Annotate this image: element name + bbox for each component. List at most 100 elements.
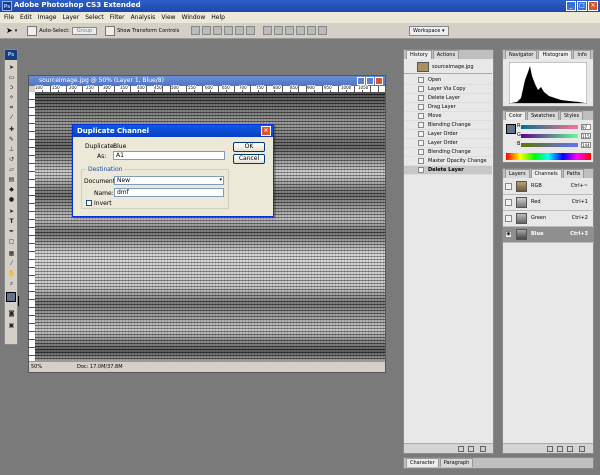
menu-filter[interactable]: Filter — [110, 14, 125, 21]
distribute-bottom-icon[interactable] — [285, 26, 295, 35]
align-right-icon[interactable] — [246, 26, 256, 35]
load-selection-icon[interactable] — [547, 446, 553, 452]
eraser-tool-icon[interactable]: ▱ — [7, 166, 16, 174]
eyedropper-tool-icon[interactable]: ⁄ — [7, 260, 16, 268]
move-tool-icon[interactable]: ➤ — [6, 26, 13, 35]
type-tool-icon[interactable]: T — [7, 218, 16, 226]
distribute-hcenter-icon[interactable] — [307, 26, 317, 35]
distribute-top-icon[interactable] — [263, 26, 273, 35]
menu-layer[interactable]: Layer — [62, 14, 79, 21]
doc-minimize-icon[interactable] — [357, 77, 365, 85]
doc-close-icon[interactable] — [375, 77, 383, 85]
magic-wand-tool-icon[interactable]: ✧ — [7, 94, 16, 102]
new-snapshot-icon[interactable] — [468, 446, 474, 452]
menu-help[interactable]: Help — [211, 14, 225, 21]
gradient-tool-icon[interactable]: ▤ — [7, 176, 16, 184]
align-bottom-icon[interactable] — [213, 26, 223, 35]
menu-file[interactable]: File — [4, 14, 14, 21]
workspace-button[interactable]: Workspace ▾ — [409, 26, 449, 36]
align-vcenter-icon[interactable] — [202, 26, 212, 35]
color-r-value[interactable]: 97 — [581, 124, 591, 130]
tab-navigator[interactable]: Navigator — [505, 50, 538, 59]
history-snapshot[interactable]: sourceimage.jpg — [404, 60, 492, 74]
crop-tool-icon[interactable]: ⌗ — [7, 104, 16, 112]
maximize-icon[interactable]: □ — [577, 1, 587, 11]
foreground-color-swatch[interactable] — [506, 124, 516, 134]
history-brush-tool-icon[interactable]: ↺ — [7, 156, 16, 164]
tool-preset-dropdown-icon[interactable]: ▾ — [15, 28, 18, 34]
history-item[interactable]: Master Opacity Change — [404, 157, 492, 166]
visibility-toggle[interactable] — [505, 199, 512, 206]
tab-actions[interactable]: Actions — [432, 50, 460, 59]
name-input[interactable]: dmf — [114, 188, 224, 197]
clone-stamp-tool-icon[interactable]: ⊥ — [7, 146, 16, 154]
history-item[interactable]: Move — [404, 112, 492, 121]
show-transform-checkbox[interactable] — [105, 25, 116, 36]
new-document-icon[interactable] — [458, 446, 464, 452]
history-item[interactable]: Blending Change — [404, 148, 492, 157]
hand-tool-icon[interactable]: ✋ — [7, 270, 16, 278]
zoom-level[interactable]: 50% — [31, 362, 42, 372]
as-name-input[interactable]: A1 — [113, 151, 225, 160]
menu-window[interactable]: Window — [182, 14, 206, 21]
blur-tool-icon[interactable]: ◆ — [7, 186, 16, 194]
history-item[interactable]: Layer Via Copy — [404, 85, 492, 94]
tab-color[interactable]: Color — [505, 111, 527, 120]
color-b-value[interactable]: 144 — [581, 142, 591, 148]
history-item[interactable]: Layer Order — [404, 130, 492, 139]
ok-button[interactable]: OK — [233, 142, 265, 152]
visibility-toggle[interactable] — [505, 183, 512, 190]
foreground-color-swatch[interactable] — [6, 292, 16, 302]
distribute-right-icon[interactable] — [318, 26, 328, 35]
tab-histogram[interactable]: Histogram — [538, 50, 573, 59]
menu-analysis[interactable]: Analysis — [131, 14, 156, 21]
color-g-slider[interactable] — [521, 134, 578, 138]
menu-select[interactable]: Select — [85, 14, 104, 21]
tab-styles[interactable]: Styles — [559, 111, 584, 120]
history-item[interactable]: Delete Layer — [404, 94, 492, 103]
save-selection-icon[interactable] — [557, 446, 563, 452]
distribute-vcenter-icon[interactable] — [274, 26, 284, 35]
color-b-slider[interactable] — [521, 143, 578, 147]
history-item[interactable]: Delete Layer — [404, 166, 492, 175]
color-r-slider[interactable] — [521, 125, 578, 129]
tab-channels[interactable]: Channels — [530, 169, 562, 178]
channel-row-blue[interactable]: ◉ Blue Ctrl+3 — [503, 227, 594, 243]
menu-edit[interactable]: Edit — [20, 14, 32, 21]
path-selection-tool-icon[interactable]: ➤ — [7, 208, 16, 216]
healing-brush-tool-icon[interactable]: ✚ — [7, 126, 16, 134]
document-select[interactable]: New ▾ — [114, 176, 224, 185]
tab-swatches[interactable]: Swatches — [527, 111, 559, 120]
cancel-button[interactable]: Cancel — [233, 154, 265, 164]
minimize-icon[interactable]: _ — [566, 1, 576, 11]
invert-checkbox[interactable] — [86, 200, 92, 206]
notes-tool-icon[interactable]: ▦ — [7, 250, 16, 258]
marquee-tool-icon[interactable]: ▭ — [7, 74, 16, 82]
auto-select-dropdown[interactable]: Group — [71, 26, 98, 35]
visibility-toggle[interactable] — [505, 215, 512, 222]
color-spectrum-bar[interactable] — [506, 153, 591, 160]
zoom-tool-icon[interactable]: ⌕ — [7, 280, 16, 288]
doc-maximize-icon[interactable] — [366, 77, 374, 85]
tab-history[interactable]: History — [406, 50, 432, 59]
color-g-value[interactable]: 115 — [581, 133, 591, 139]
screen-mode-icon[interactable]: ▣ — [7, 322, 16, 330]
tab-layers[interactable]: Layers — [505, 169, 530, 178]
tab-paragraph[interactable]: Paragraph — [439, 458, 474, 467]
auto-select-checkbox[interactable] — [27, 25, 38, 36]
channel-row-green[interactable]: Green Ctrl+2 — [503, 211, 594, 227]
shape-tool-icon[interactable]: ▢ — [7, 238, 16, 246]
tab-info[interactable]: Info — [573, 50, 591, 59]
move-tool-icon[interactable]: ➤ — [7, 64, 16, 72]
dodge-tool-icon[interactable]: ● — [7, 196, 16, 204]
menu-view[interactable]: View — [161, 14, 175, 21]
channel-row-red[interactable]: Red Ctrl+1 — [503, 195, 594, 211]
new-channel-icon[interactable] — [567, 446, 573, 452]
brush-tool-icon[interactable]: ✎ — [7, 136, 16, 144]
trash-icon[interactable] — [579, 446, 585, 452]
history-item[interactable]: Open — [404, 76, 492, 85]
quick-mask-icon[interactable]: ◙ — [7, 310, 16, 318]
tab-paths[interactable]: Paths — [562, 169, 585, 178]
channel-row-rgb[interactable]: RGB Ctrl+~ — [503, 179, 594, 195]
eye-icon[interactable]: ◉ — [505, 231, 512, 238]
